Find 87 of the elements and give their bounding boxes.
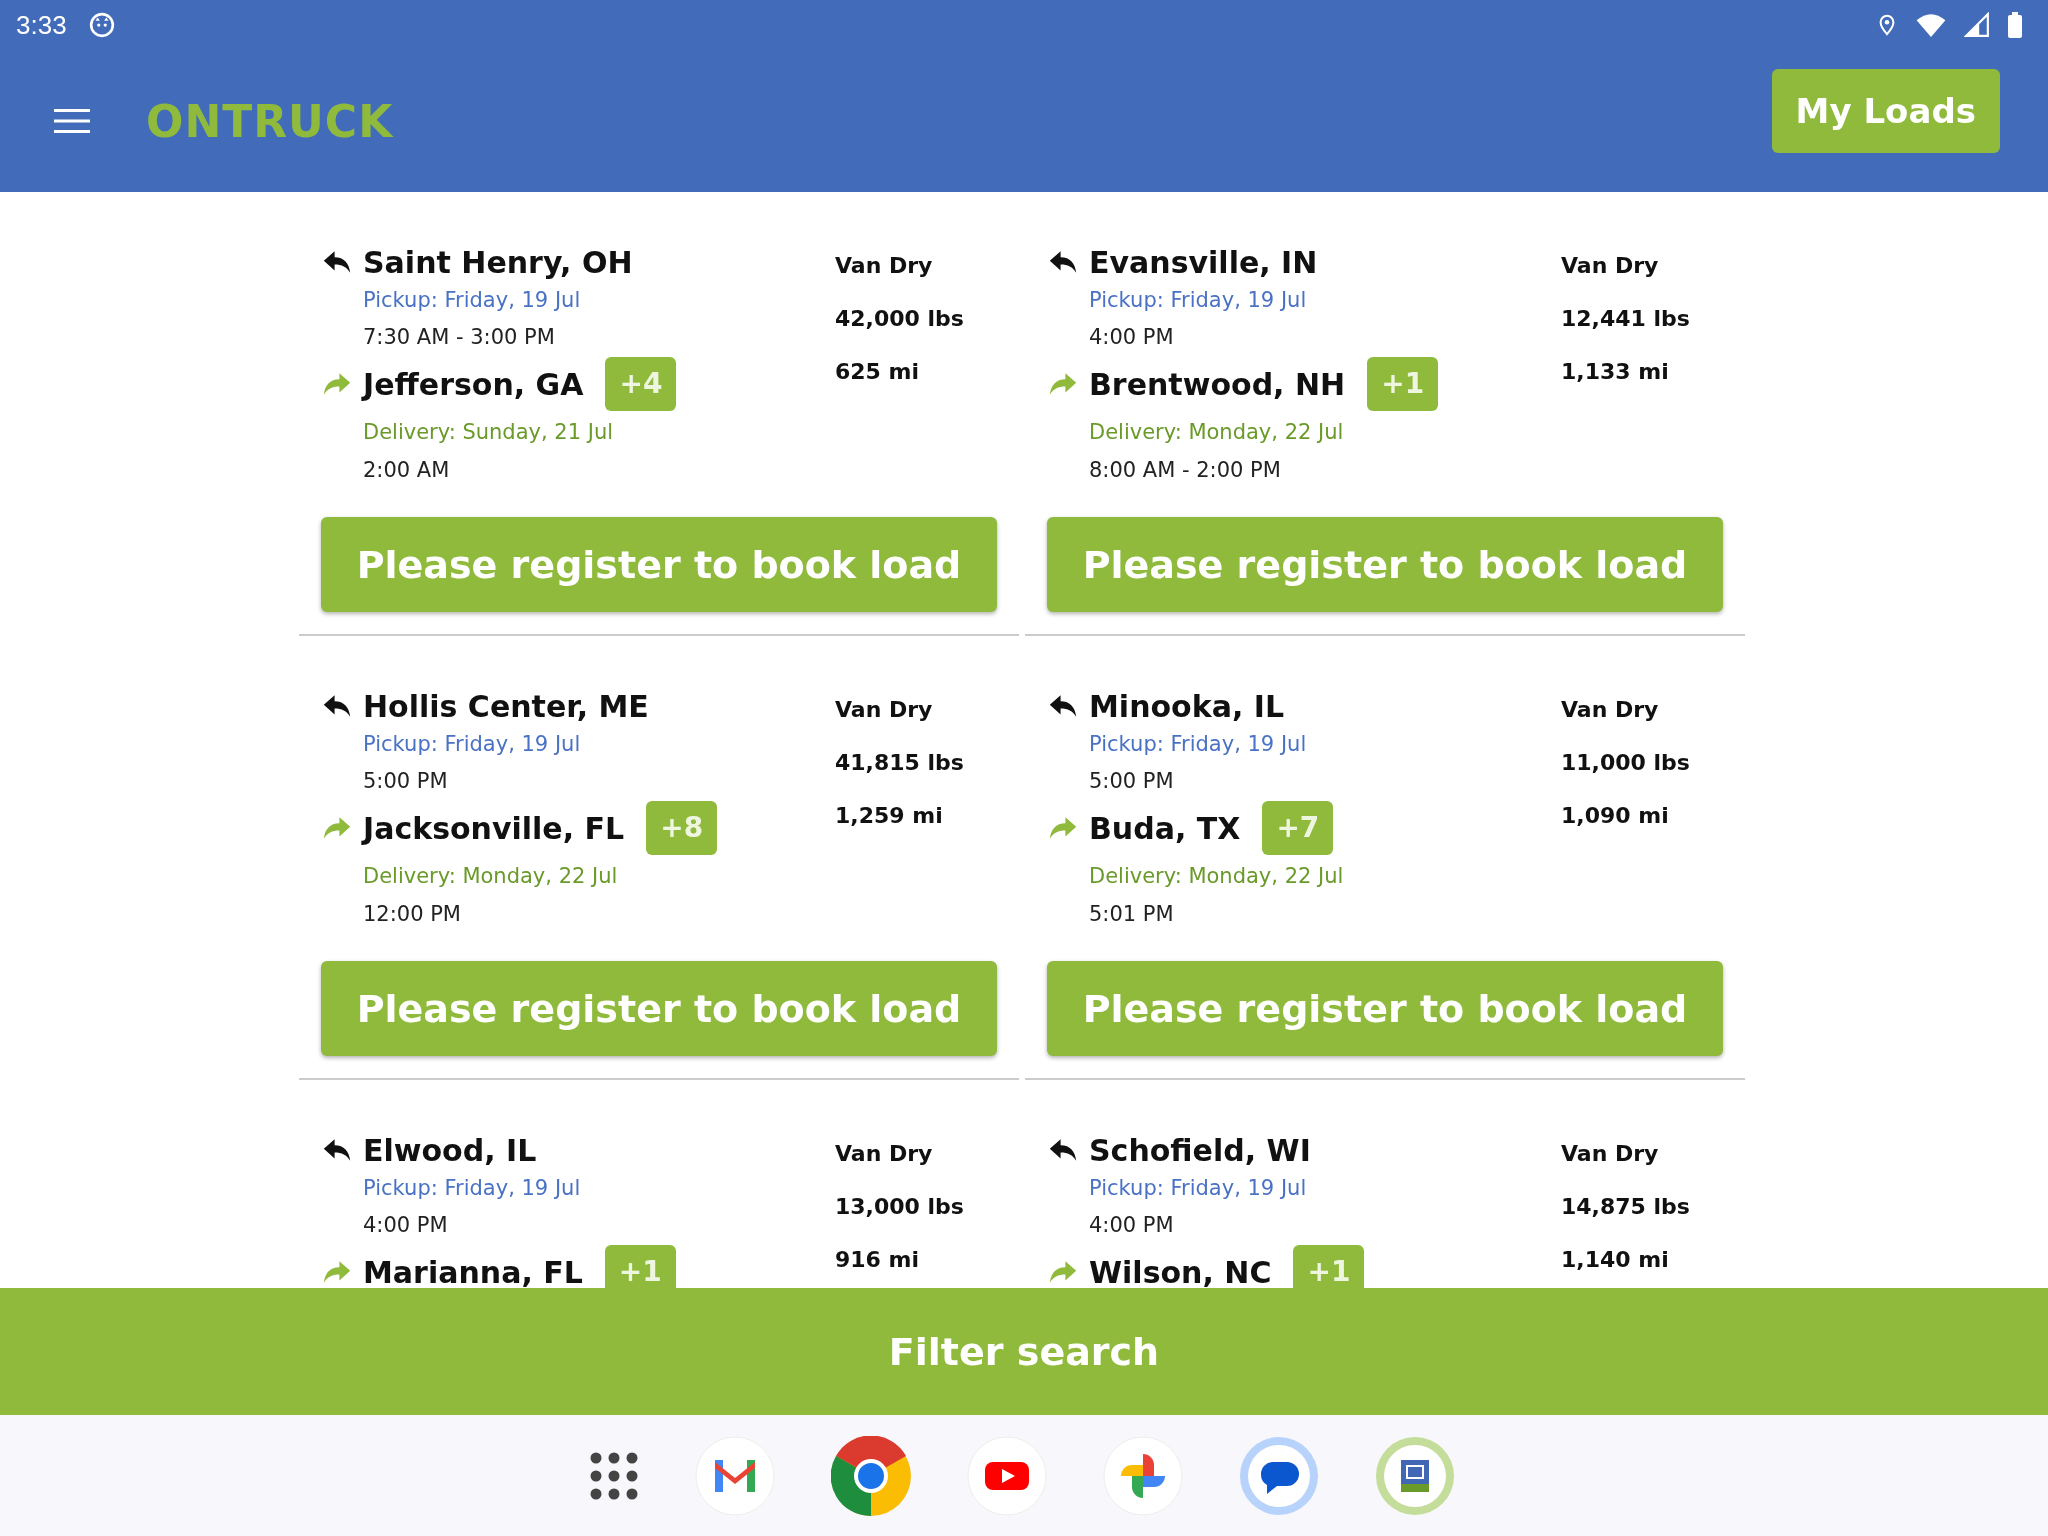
delivery-date: Delivery: Monday, 22 Jul: [1088, 419, 1345, 446]
reply-arrow-icon: [1047, 694, 1079, 718]
pickup-time: 4:00 PM: [362, 1212, 449, 1239]
battery-icon: [2008, 12, 2022, 38]
delivery-date: Delivery: Monday, 22 Jul: [362, 863, 619, 890]
forward-arrow-icon: [321, 816, 353, 840]
extra-stops-badge: +1: [1367, 357, 1439, 411]
load-weight: 41,815 lbs: [835, 749, 964, 777]
register-to-book-button[interactable]: Please register to book load: [1047, 517, 1723, 612]
forward-arrow-icon: [321, 372, 353, 396]
origin-city: Elwood, IL: [363, 1132, 537, 1168]
load-weight: 14,875 lbs: [1561, 1193, 1690, 1221]
menu-icon[interactable]: [54, 109, 90, 133]
delivery-time: 8:00 AM - 2:00 PM: [1088, 457, 1282, 484]
load-distance: 1,259 mi: [835, 802, 944, 830]
extra-stops-badge: +7: [1262, 801, 1334, 855]
chat-bubble-app-icon[interactable]: [1239, 1435, 1319, 1516]
extra-stops-badge: +4: [605, 357, 677, 411]
destination-city: Marianna, FL: [363, 1254, 583, 1288]
delivery-date: Delivery: Sunday, 21 Jul: [362, 419, 615, 446]
signal-icon: [1964, 12, 1990, 38]
equipment-type: Van Dry: [1561, 1140, 1660, 1168]
pickup-date: Pickup: Friday, 19 Jul: [362, 731, 582, 758]
pickup-date: Pickup: Friday, 19 Jul: [362, 1175, 582, 1202]
pickup-time: 5:00 PM: [362, 768, 449, 795]
reply-arrow-icon: [1047, 250, 1079, 274]
my-loads-button[interactable]: My Loads: [1771, 69, 2000, 153]
equipment-type: Van Dry: [835, 1140, 934, 1168]
pickup-time: 5:00 PM: [1088, 768, 1175, 795]
cat-face-icon: [88, 12, 115, 38]
pickup-date: Pickup: Friday, 19 Jul: [362, 287, 582, 314]
load-weight: 42,000 lbs: [835, 305, 964, 333]
origin-city: Minooka, IL: [1089, 688, 1285, 724]
origin-city: Saint Henry, OH: [363, 244, 633, 280]
register-to-book-button[interactable]: Please register to book load: [321, 961, 997, 1056]
pickup-date: Pickup: Friday, 19 Jul: [1088, 1175, 1308, 1202]
browser-app-icon[interactable]: [831, 1435, 911, 1516]
equipment-type: Van Dry: [835, 696, 934, 724]
delivery-time: 2:00 AM: [362, 457, 451, 484]
pinwheel-app-icon[interactable]: [1103, 1435, 1183, 1516]
pickup-time: 4:00 PM: [1088, 1212, 1175, 1239]
reply-arrow-icon: [321, 250, 353, 274]
origin-city: Hollis Center, ME: [363, 688, 649, 724]
destination-city: Brentwood, NH: [1089, 366, 1346, 402]
load-weight: 11,000 lbs: [1561, 749, 1690, 777]
origin-city: Schofield, WI: [1089, 1132, 1311, 1168]
extra-stops-badge: +8: [646, 801, 718, 855]
forward-arrow-icon: [1047, 816, 1079, 840]
pickup-date: Pickup: Friday, 19 Jul: [1088, 287, 1308, 314]
reply-arrow-icon: [321, 1138, 353, 1162]
register-to-book-button[interactable]: Please register to book load: [321, 517, 997, 612]
forward-arrow-icon: [321, 1260, 353, 1284]
delivery-date: Delivery: Monday, 22 Jul: [1088, 863, 1345, 890]
brand-logo: ONTRUCK: [146, 95, 394, 147]
pickup-time: 4:00 PM: [1088, 324, 1175, 351]
equipment-type: Van Dry: [1561, 696, 1660, 724]
destination-city: Buda, TX: [1089, 810, 1241, 846]
wifi-icon: [1916, 13, 1946, 37]
reply-arrow-icon: [321, 694, 353, 718]
forward-arrow-icon: [1047, 1260, 1079, 1284]
load-weight: 12,441 lbs: [1561, 305, 1690, 333]
pickup-time: 7:30 AM - 3:00 PM: [362, 324, 556, 351]
delivery-time: 12:00 PM: [362, 901, 462, 928]
status-time: 3:33: [16, 9, 67, 41]
load-distance: 916 mi: [835, 1246, 921, 1274]
reply-arrow-icon: [1047, 1138, 1079, 1162]
register-to-book-button[interactable]: Please register to book load: [1047, 961, 1723, 1056]
load-distance: 625 mi: [835, 358, 921, 386]
app-grid-icon[interactable]: [589, 1450, 639, 1501]
pickup-date: Pickup: Friday, 19 Jul: [1088, 731, 1308, 758]
mail-app-icon[interactable]: [695, 1435, 775, 1516]
extra-stops-badge: +1: [1293, 1245, 1365, 1288]
destination-city: Jacksonville, FL: [363, 810, 625, 846]
extra-stops-badge: +1: [604, 1245, 676, 1288]
destination-city: Jefferson, GA: [363, 366, 584, 402]
delivery-time: 5:01 PM: [1088, 901, 1175, 928]
filter-search-button[interactable]: Filter search: [0, 1288, 2048, 1415]
equipment-type: Van Dry: [835, 252, 934, 280]
load-weight: 13,000 lbs: [835, 1193, 964, 1221]
load-distance: 1,140 mi: [1561, 1246, 1670, 1274]
destination-city: Wilson, NC: [1089, 1254, 1272, 1288]
load-distance: 1,090 mi: [1561, 802, 1670, 830]
forward-arrow-icon: [1047, 372, 1079, 396]
video-play-app-icon[interactable]: [967, 1435, 1047, 1516]
load-distance: 1,133 mi: [1561, 358, 1670, 386]
origin-city: Evansville, IN: [1089, 244, 1318, 280]
equipment-type: Van Dry: [1561, 252, 1660, 280]
